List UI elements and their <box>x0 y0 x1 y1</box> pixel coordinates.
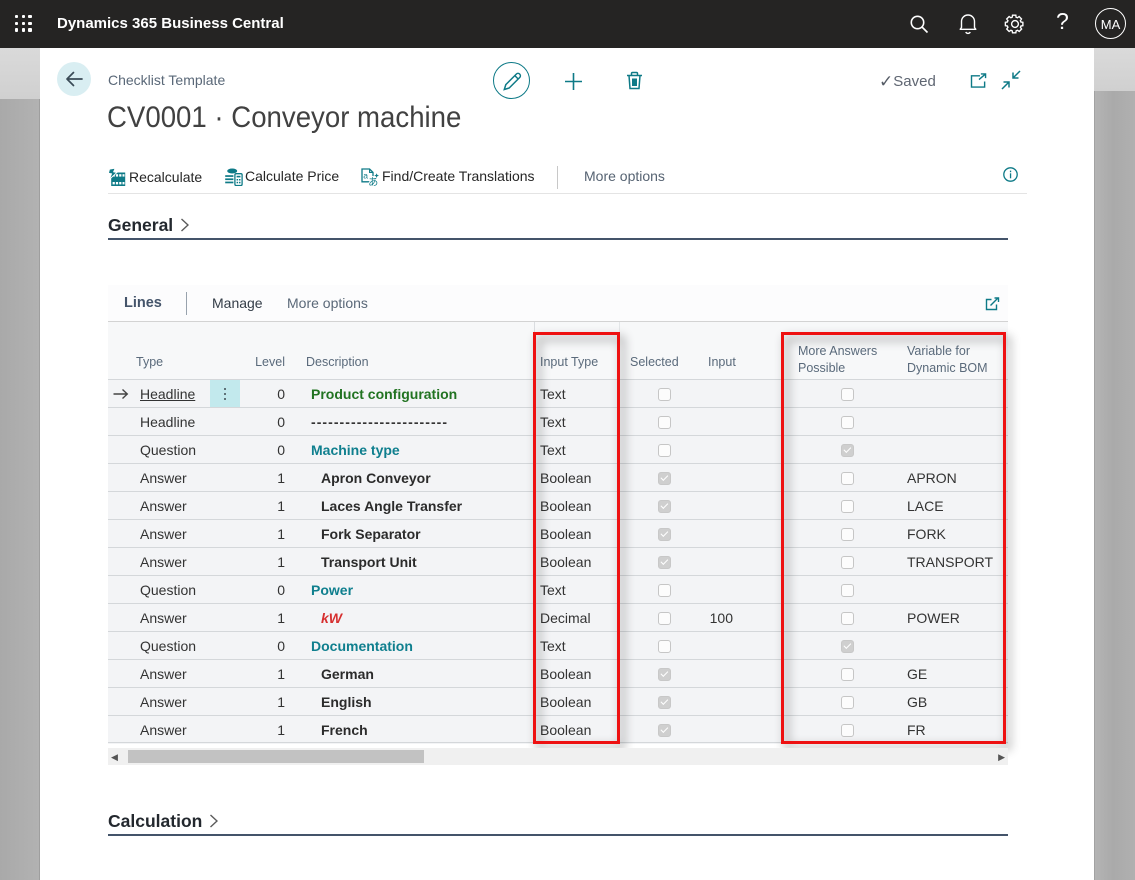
svg-text:あ: あ <box>368 177 378 187</box>
